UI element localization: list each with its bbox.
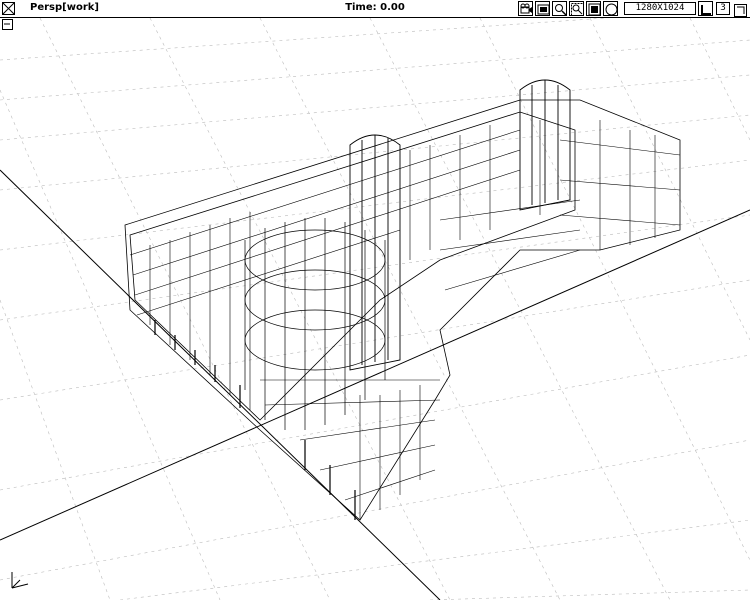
rotate-icon (588, 3, 601, 16)
view-name-label[interactable]: Persp[work] (30, 2, 99, 13)
pan-icon (701, 5, 711, 15)
camera-button[interactable] (518, 1, 533, 16)
3d-viewport[interactable] (0, 18, 750, 600)
close-icon (3, 3, 14, 14)
zoom-button[interactable] (552, 1, 567, 16)
resolution-field[interactable]: 1280X1024 (624, 2, 696, 15)
render-button[interactable] (535, 1, 550, 16)
render-icon (537, 4, 550, 15)
close-view-button[interactable] (2, 2, 15, 15)
atrium-rotunda (244, 218, 386, 430)
zoom-region-button[interactable] (569, 1, 584, 16)
axis-tripod-icon (11, 572, 29, 589)
viewport-titlebar: Persp[work] Time: 0.00 1280X1024 3 (0, 0, 750, 18)
sphere-icon (605, 3, 618, 16)
arc-rotate-button[interactable] (603, 1, 618, 16)
zoom-icon (555, 4, 567, 16)
maximize-view-button[interactable] (734, 2, 747, 17)
layer-number-field[interactable]: 3 (716, 2, 730, 15)
maximize-icon (734, 4, 747, 17)
building-wireframe (124, 79, 681, 521)
tower-left (349, 134, 401, 371)
tower-right (519, 79, 571, 211)
rotate-view-button[interactable] (586, 1, 601, 16)
pan-button[interactable] (698, 1, 713, 16)
zoom-region-icon (571, 3, 584, 16)
time-readout: Time: 0.00 (345, 2, 405, 13)
camera-icon (520, 3, 532, 14)
